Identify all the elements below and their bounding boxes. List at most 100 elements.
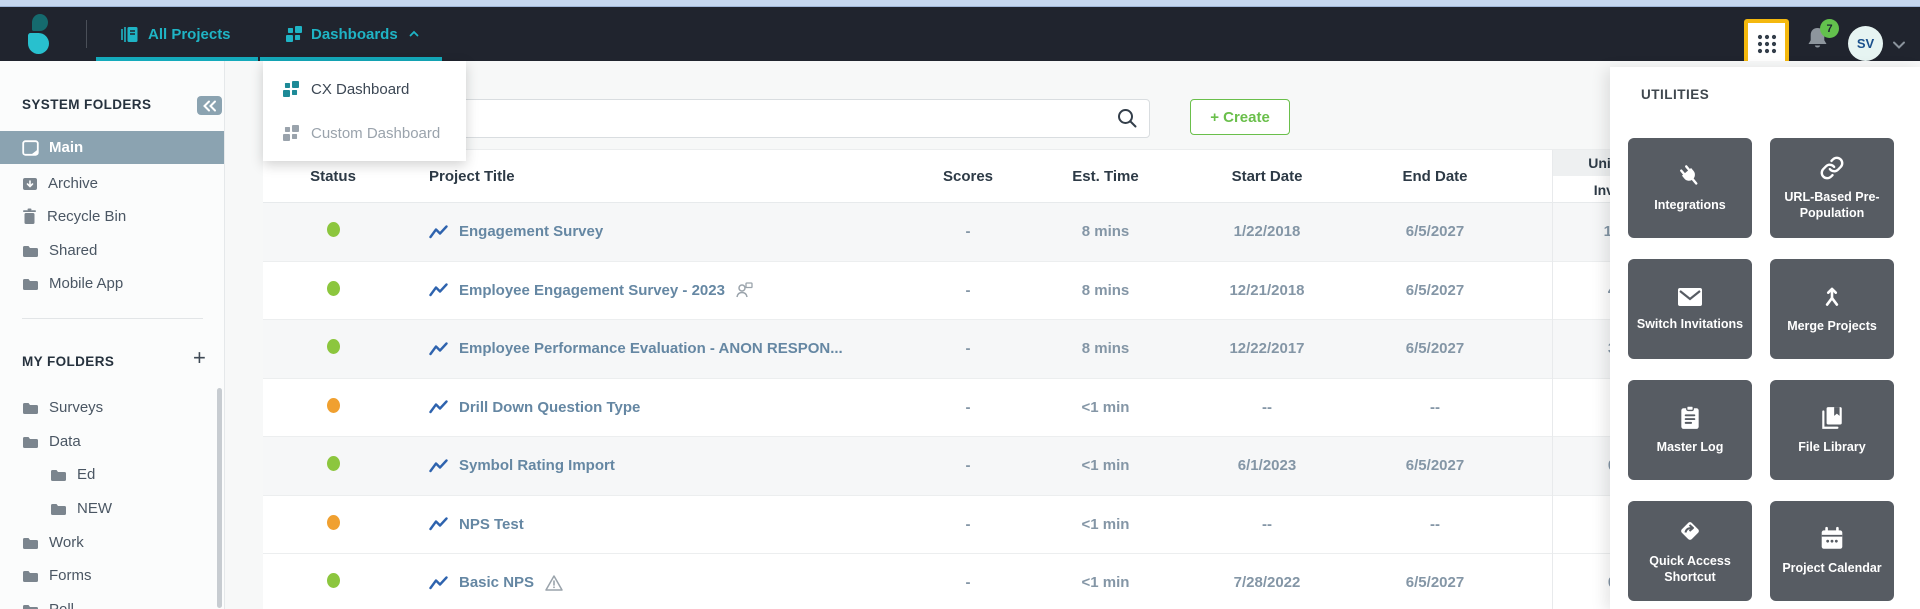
cell-est-time: 8 mins <box>1081 223 1130 241</box>
unique-column-border <box>1552 150 1553 609</box>
window-icon <box>22 139 39 156</box>
cell-est-time: 8 mins <box>1081 281 1130 299</box>
cell-est-time: <1 min <box>1081 515 1130 533</box>
search-icon[interactable] <box>1116 107 1138 129</box>
tile-label: File Library <box>1798 439 1866 454</box>
project-title-link[interactable]: Symbol Rating Import <box>459 457 615 474</box>
avatar-initials: SV <box>1856 36 1875 51</box>
line-chart-icon <box>429 576 448 589</box>
user-avatar[interactable]: SV <box>1848 26 1883 61</box>
cell-end-date: 6/5/2027 <box>1405 223 1465 241</box>
utility-tile-project-calendar[interactable]: Project Calendar <box>1770 501 1894 601</box>
cell-scores: - <box>965 574 971 592</box>
add-folder-button[interactable]: + <box>193 347 206 369</box>
cell-scores: - <box>965 457 971 475</box>
sogolytics-logo[interactable] <box>26 13 54 57</box>
menu-item-label: Custom Dashboard <box>311 124 441 142</box>
tab-dashboards[interactable]: Dashboards <box>286 7 419 61</box>
system-folders-title: SYSTEM FOLDERS <box>22 97 152 112</box>
sidebar-item-label: Poll <box>49 601 74 609</box>
sidebar-item-surveys[interactable]: Surveys <box>0 391 224 424</box>
col-header-est-time[interactable]: Est. Time <box>1038 168 1173 185</box>
project-title-link[interactable]: Employee Performance Evaluation - ANON R… <box>459 340 843 357</box>
window-top-strip <box>0 0 1920 7</box>
tile-label: Integrations <box>1654 197 1726 212</box>
sidebar-item-data[interactable]: Data <box>0 425 224 458</box>
sidebar-collapse-button[interactable] <box>197 96 222 115</box>
line-chart-icon <box>429 459 448 472</box>
line-chart-icon <box>429 342 448 355</box>
cell-scores: - <box>965 281 971 299</box>
cell-start-date: 12/21/2018 <box>1229 281 1305 299</box>
sidebar-divider <box>22 318 203 319</box>
utility-tile-merge-projects[interactable]: Merge Projects <box>1770 259 1894 359</box>
col-header-end-date[interactable]: End Date <box>1361 168 1509 185</box>
notifications-button[interactable]: 7 <box>1804 19 1839 59</box>
trash-icon <box>23 208 36 224</box>
avatar-chevron-down-icon[interactable] <box>1892 40 1906 50</box>
utility-tile-integrations[interactable]: Integrations <box>1628 138 1752 238</box>
col-header-project-title[interactable]: Project Title <box>403 168 898 185</box>
utility-tile-url-based-pre-population[interactable]: URL-Based Pre-Population <box>1770 138 1894 238</box>
sidebar-item-new[interactable]: NEW <box>0 492 224 525</box>
cell-scores: - <box>965 223 971 241</box>
col-header-start-date[interactable]: Start Date <box>1173 168 1361 185</box>
tab-all-projects[interactable]: All Projects <box>120 7 231 61</box>
project-title-link[interactable]: Employee Engagement Survey - 2023 <box>459 282 725 299</box>
plug-icon <box>1680 164 1698 185</box>
cell-start-date: 6/1/2023 <box>1237 457 1297 475</box>
sidebar-item-ed[interactable]: Ed <box>0 458 224 491</box>
envelope-icon <box>1678 287 1702 306</box>
tile-label: Project Calendar <box>1782 560 1882 575</box>
sidebar-scrollbar[interactable] <box>217 388 222 608</box>
sidebar-item-poll[interactable]: Poll <box>0 593 224 609</box>
status-dot <box>326 280 340 296</box>
sidebar-item-recycle-bin[interactable]: Recycle Bin <box>0 200 224 233</box>
sidebar-item-shared[interactable]: Shared <box>0 234 224 267</box>
sidebar-item-forms[interactable]: Forms <box>0 559 224 592</box>
menu-item-label: CX Dashboard <box>311 80 410 98</box>
tab-dashboards-label: Dashboards <box>311 25 398 43</box>
status-dot <box>326 339 340 355</box>
cell-end-date: 6/5/2027 <box>1405 281 1465 299</box>
cell-end-date: 6/5/2027 <box>1405 574 1465 592</box>
utility-tile-master-log[interactable]: Master Log <box>1628 380 1752 480</box>
sidebar-item-label: Ed <box>77 466 96 483</box>
sidebar-item-mobile-app[interactable]: Mobile App <box>0 267 224 300</box>
project-title-link[interactable]: NPS Test <box>459 516 524 533</box>
line-chart-icon <box>429 400 448 414</box>
folder-icon <box>51 503 66 515</box>
col-header-scores[interactable]: Scores <box>898 168 1038 185</box>
sidebar-item-label: Recycle Bin <box>47 208 127 225</box>
project-title-link[interactable]: Basic NPS <box>459 574 534 591</box>
folder-icon <box>51 469 66 481</box>
dashboard-grid-icon <box>286 26 302 42</box>
utility-tile-switch-invitations[interactable]: Switch Invitations <box>1628 259 1752 359</box>
book-icon <box>1822 406 1842 429</box>
utilities-panel: UTILITIES Integrations URL-Based Pre-Pop… <box>1610 67 1920 609</box>
cell-end-date: 6/5/2027 <box>1405 457 1465 475</box>
cell-start-date: 7/28/2022 <box>1233 574 1301 592</box>
logo-top-shape <box>32 14 48 31</box>
clipboard-icon <box>1681 405 1699 429</box>
folders-sidebar: SYSTEM FOLDERS Main Archive Recycle Bin … <box>0 61 225 609</box>
sidebar-item-work[interactable]: Work <box>0 526 224 559</box>
archive-icon <box>23 177 37 190</box>
utility-tile-quick-access-shortcut[interactable]: Quick Access Shortcut <box>1628 501 1752 601</box>
diamond-arrow-icon <box>1681 522 1699 540</box>
project-title-link[interactable]: Engagement Survey <box>459 223 603 240</box>
sidebar-item-main[interactable]: Main <box>0 131 224 164</box>
project-title-link[interactable]: Drill Down Question Type <box>459 399 640 416</box>
utility-tile-file-library[interactable]: File Library <box>1770 380 1894 480</box>
sidebar-item-archive[interactable]: Archive <box>0 167 224 200</box>
cell-scores: - <box>965 340 971 358</box>
folder-icon <box>23 537 38 549</box>
col-header-status[interactable]: Status <box>263 168 403 185</box>
create-button[interactable]: + Create <box>1190 99 1290 135</box>
sidebar-item-label: Work <box>49 534 84 551</box>
app-window: All Projects Dashboards 7 SV CX Dashboar… <box>0 0 1920 609</box>
sidebar-item-label: Archive <box>48 175 99 192</box>
menu-item-custom-dashboard[interactable]: Custom Dashboard <box>263 111 466 155</box>
status-dot <box>326 397 340 413</box>
menu-item-cx-dashboard[interactable]: CX Dashboard <box>263 67 466 111</box>
